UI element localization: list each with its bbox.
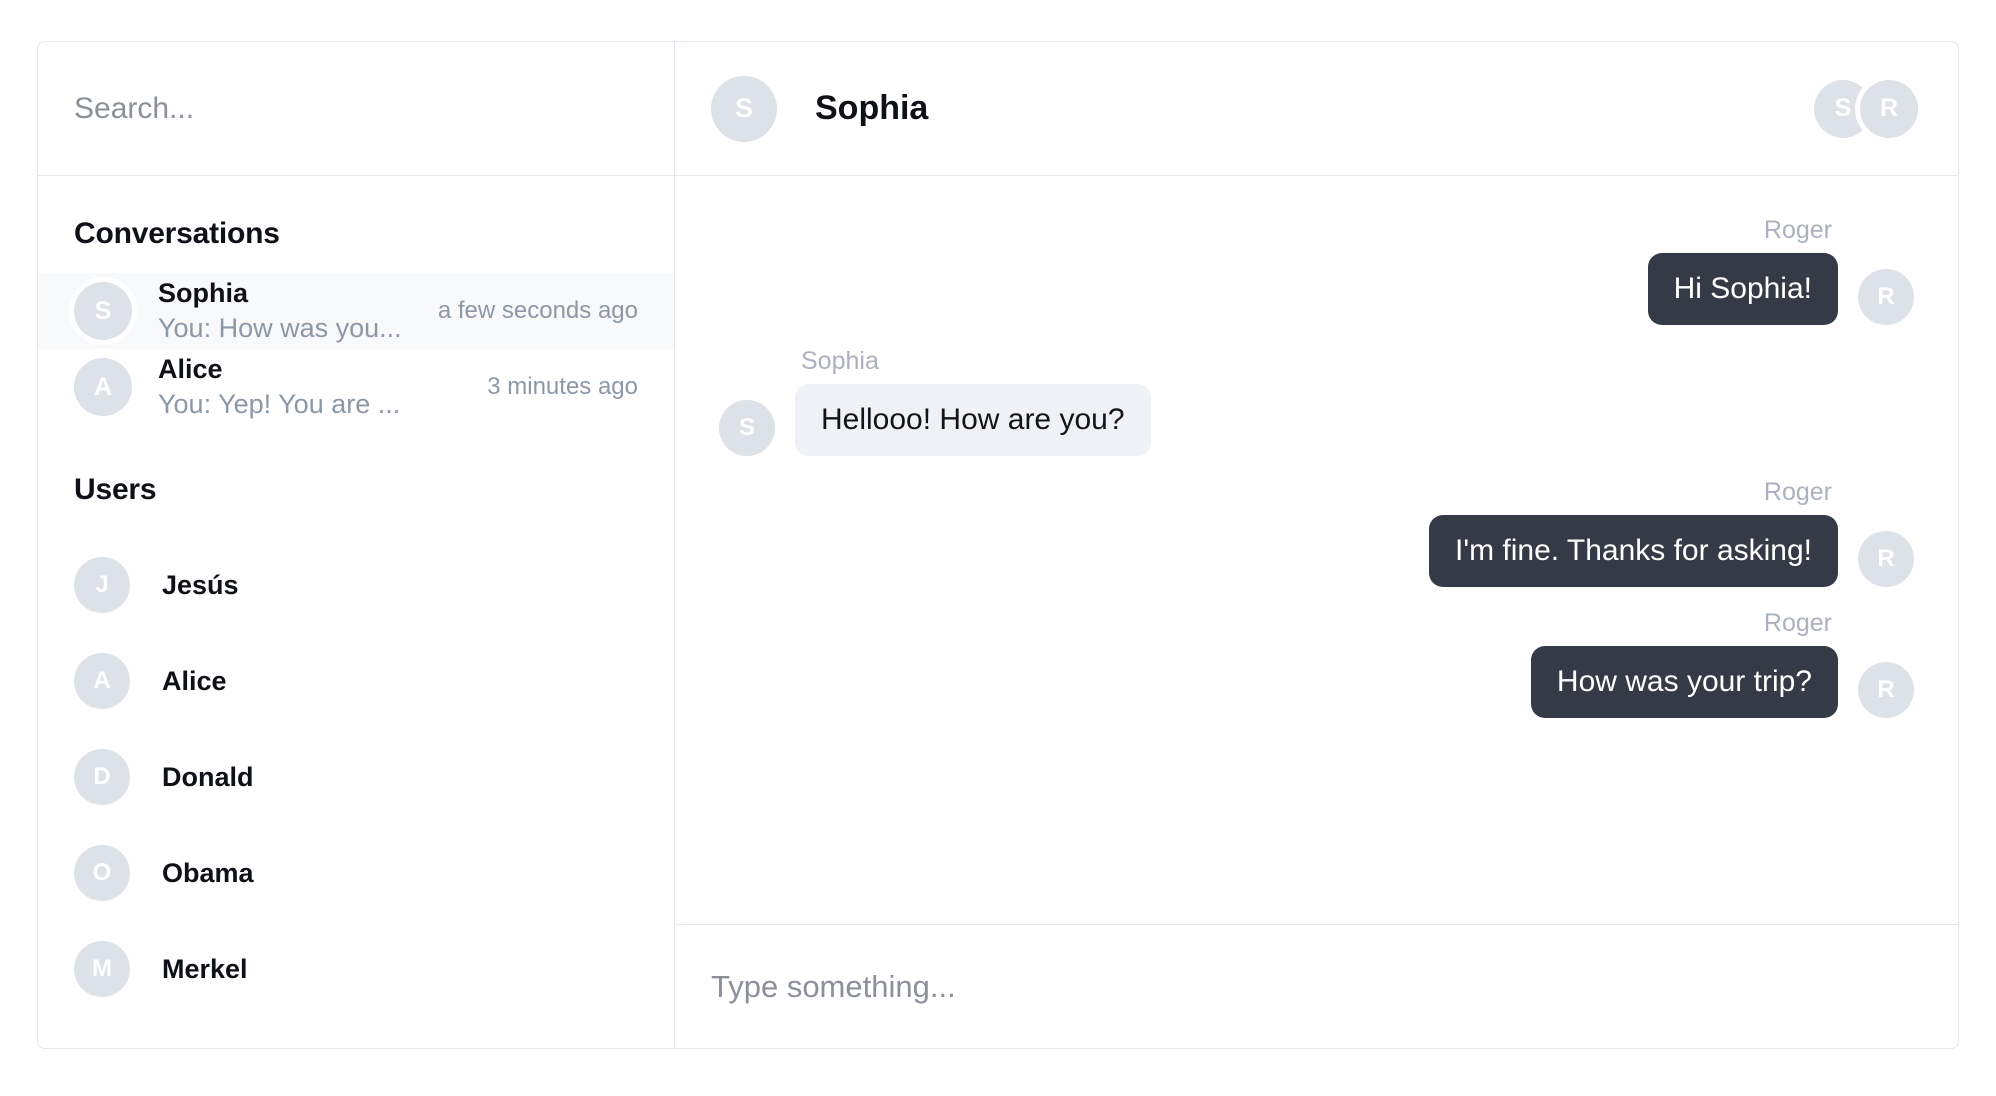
conversation-text: Alice You: Yep! You are ... (158, 352, 477, 421)
message-bubble[interactable]: Hi Sophia! (1647, 253, 1838, 325)
user-name: Jesús (162, 569, 239, 600)
user-name: Alice (162, 665, 227, 696)
chat-header: S Sophia S R (675, 42, 1958, 176)
message-author: Roger (1763, 216, 1832, 244)
message-author: Roger (1763, 478, 1832, 506)
message-row: S Sophia Hellooo! How are you? (719, 347, 1914, 456)
conversation-timestamp: 3 minutes ago (487, 373, 638, 400)
message-row: Roger How was your trip? R (719, 609, 1914, 718)
message-block: Sophia Hellooo! How are you? (795, 347, 1151, 456)
conversation-item-sophia[interactable]: S Sophia You: How was you... a few secon… (38, 273, 674, 349)
sidebar: Conversations S Sophia You: How was you.… (38, 42, 675, 1048)
conversation-preview: You: How was you... (158, 313, 402, 343)
member-avatar-stack[interactable]: S R (1814, 79, 1918, 138)
message-author: Sophia (801, 347, 879, 375)
users-section-title: Users (74, 473, 157, 506)
chat-pane: S Sophia S R Roger Hi Sophia! R S Sophia… (675, 42, 1958, 1048)
message-block: Roger Hi Sophia! (1647, 216, 1838, 325)
search-input[interactable] (74, 91, 638, 126)
message-block: Roger I'm fine. Thanks for asking! (1429, 478, 1838, 587)
user-item-jesus[interactable]: J Jesús (38, 537, 674, 633)
chat-title: Sophia (815, 89, 929, 127)
avatar: O (74, 845, 130, 901)
avatar: J (74, 557, 130, 613)
avatar: R (1858, 269, 1914, 325)
conversation-timestamp: a few seconds ago (437, 297, 638, 324)
message-author: Roger (1763, 609, 1832, 637)
avatar: R (1858, 662, 1914, 718)
conversation-name: Sophia (158, 278, 249, 309)
user-item-merkel[interactable]: M Merkel (38, 921, 674, 1017)
avatar[interactable]: R (1860, 79, 1918, 138)
message-list[interactable]: Roger Hi Sophia! R S Sophia Hellooo! How… (675, 176, 1958, 924)
message-input[interactable] (711, 968, 1922, 1005)
conversation-name: Alice (158, 354, 223, 385)
avatar: A (74, 358, 132, 416)
conversation-preview: You: Yep! You are ... (158, 389, 401, 419)
user-item-obama[interactable]: O Obama (38, 825, 674, 921)
avatar: R (1858, 531, 1914, 587)
conversation-item-alice[interactable]: A Alice You: Yep! You are ... 3 minutes … (38, 349, 674, 425)
avatar: S (719, 400, 775, 456)
sidebar-scroll-area[interactable]: Conversations S Sophia You: How was you.… (38, 176, 674, 1048)
message-bubble[interactable]: I'm fine. Thanks for asking! (1429, 515, 1838, 587)
avatar: A (74, 653, 130, 709)
message-row: Roger I'm fine. Thanks for asking! R (719, 478, 1914, 587)
user-name: Obama (162, 857, 254, 888)
user-name: Merkel (162, 953, 248, 984)
message-row: Roger Hi Sophia! R (719, 216, 1914, 325)
user-item-donald[interactable]: D Donald (38, 729, 674, 825)
avatar: D (74, 749, 130, 805)
avatar: S (74, 282, 132, 340)
chat-app-window: Conversations S Sophia You: How was you.… (37, 41, 1959, 1049)
search-bar[interactable] (38, 42, 674, 176)
avatar: S (711, 75, 777, 142)
message-bubble[interactable]: How was your trip? (1530, 646, 1838, 718)
message-bubble[interactable]: Hellooo! How are you? (795, 384, 1151, 456)
conversation-text: Sophia You: How was you... (158, 276, 428, 345)
conversations-section-title: Conversations (74, 217, 280, 250)
message-block: Roger How was your trip? (1530, 609, 1838, 718)
avatar: M (74, 941, 130, 997)
user-name: Donald (162, 761, 254, 792)
message-composer[interactable] (675, 924, 1958, 1048)
user-item-alice[interactable]: A Alice (38, 633, 674, 729)
